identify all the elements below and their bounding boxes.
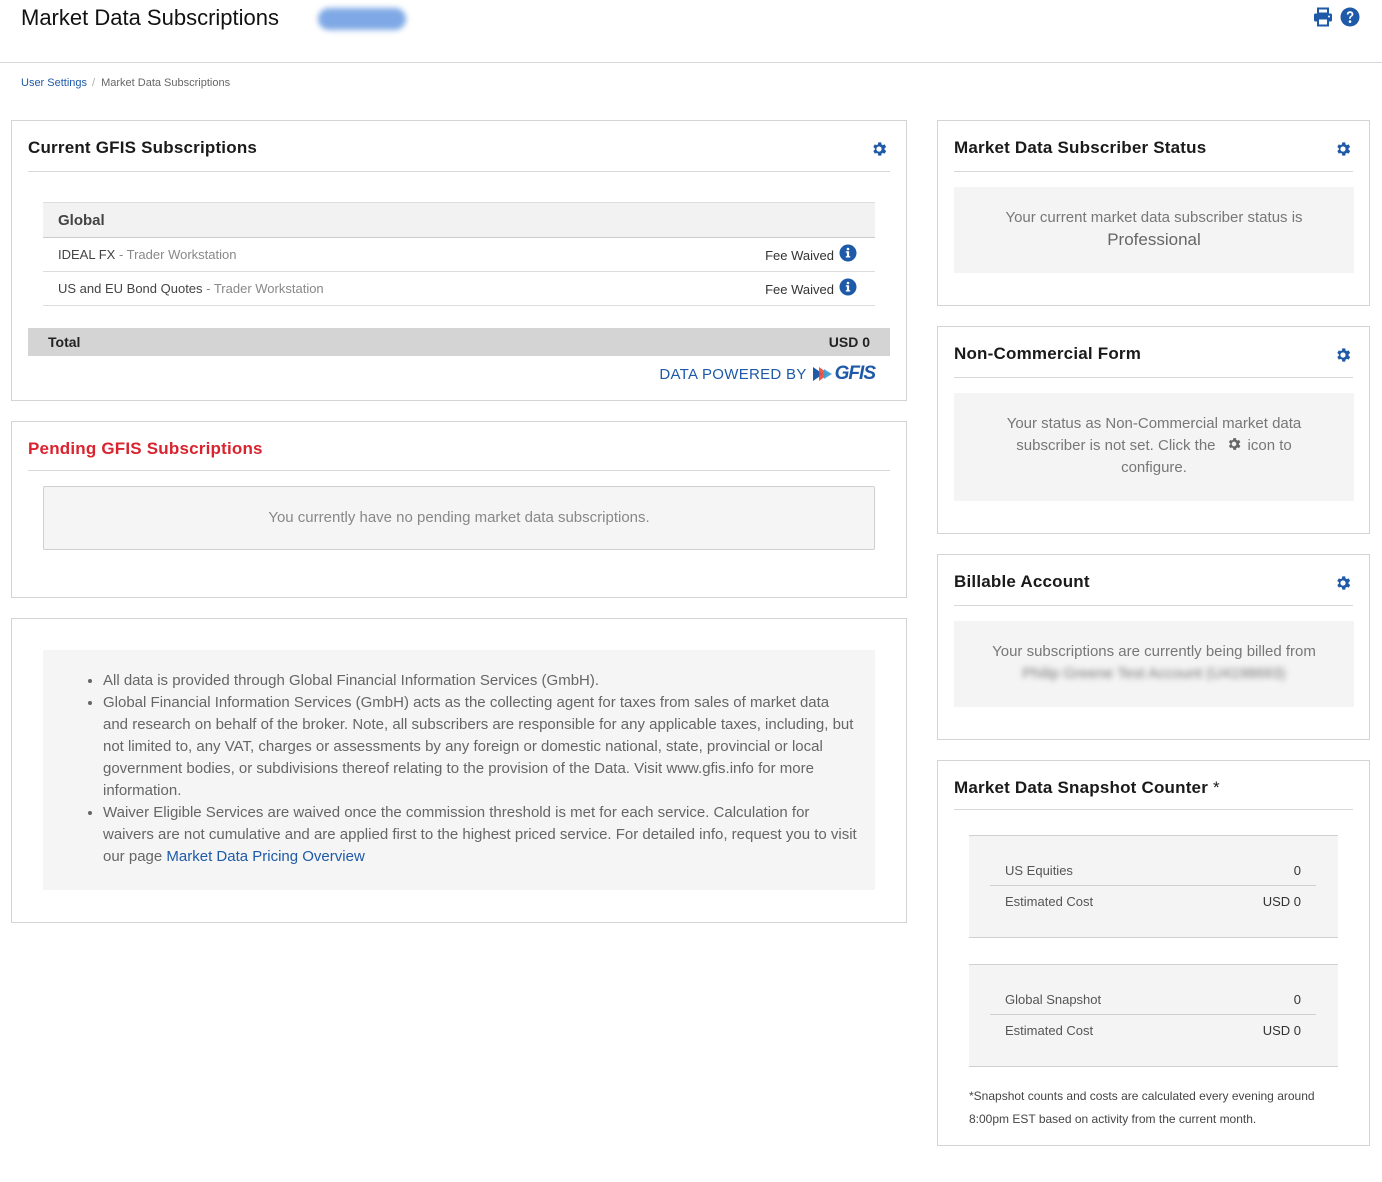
group-label: Global [58, 212, 105, 229]
divider [954, 171, 1353, 172]
subscriber-status-panel: Market Data Subscriber Status Your curre… [937, 120, 1370, 306]
divider [954, 377, 1353, 378]
gear-icon[interactable] [1334, 346, 1352, 364]
page-title: Market Data Subscriptions [21, 5, 279, 30]
fee-status: Fee Waived [765, 248, 834, 263]
subscription-name-text: US and EU Bond Quotes [58, 281, 203, 296]
snapshot-cost-row: Estimated Cost USD 0 [990, 1015, 1316, 1046]
info-bullet: Waiver Eligible Services are waived once… [103, 802, 858, 868]
breadcrumb-current: Market Data Subscriptions [101, 77, 231, 89]
cost-label: Estimated Cost [1005, 894, 1094, 909]
snapshot-cost-row: Estimated Cost USD 0 [990, 886, 1316, 917]
non-commercial-panel: Non-Commercial Form Your status as Non-C… [937, 326, 1370, 534]
cost-value: USD 0 [1262, 894, 1301, 909]
gfis-logo-text: GFIS [834, 363, 876, 384]
snapshot-footnote: *Snapshot counts and costs are calculate… [969, 1089, 1315, 1126]
account-badge [318, 8, 406, 30]
gfis-info-panel: All data is provided through Global Fina… [11, 618, 907, 923]
pricing-overview-link[interactable]: Market Data Pricing Overview [166, 848, 364, 865]
billable-message-text: Your subscriptions are currently being b… [992, 643, 1316, 660]
snapshot-title-text: Market Data Snapshot Counter [954, 778, 1209, 797]
status-value: Professional [1107, 230, 1201, 249]
divider [28, 470, 890, 471]
status-message-text: Your current market data subscriber stat… [1005, 209, 1303, 226]
subscriber-status-title: Market Data Subscriber Status [954, 138, 1207, 157]
pending-subscriptions-title: Pending GFIS Subscriptions [28, 439, 263, 458]
snapshot-label: US Equities [1005, 863, 1073, 878]
info-bullet: All data is provided through Global Fina… [103, 670, 858, 692]
status-box: Your current market data subscriber stat… [954, 187, 1354, 273]
cost-label: Estimated Cost [1005, 1023, 1094, 1038]
snapshot-count-row: US Equities 0 [990, 855, 1316, 886]
billable-account-title: Billable Account [954, 572, 1090, 591]
info-box: All data is provided through Global Fina… [43, 650, 875, 890]
subscription-platform: - Trader Workstation [202, 281, 324, 296]
subscription-row: IDEAL FX - Trader Workstation Fee Waived [43, 238, 875, 272]
billable-account-name: Philip Greene Test Account (U4198693) [1022, 665, 1286, 682]
subscription-name: IDEAL FX - Trader Workstation [58, 247, 236, 262]
current-subscriptions-panel: Current GFIS Subscriptions Global IDEAL … [11, 120, 907, 401]
cost-value: USD 0 [1262, 1023, 1301, 1038]
non-commercial-title: Non-Commercial Form [954, 344, 1142, 363]
snapshot-count-row: Global Snapshot 0 [990, 984, 1316, 1015]
divider [28, 171, 890, 172]
breadcrumb-separator: / [92, 77, 96, 89]
billable-box: Your subscriptions are currently being b… [954, 621, 1354, 707]
gear-icon [1228, 438, 1240, 450]
gear-icon[interactable] [1334, 574, 1352, 592]
snapshot-count: 0 [1293, 863, 1301, 878]
subscription-group-header: Global [43, 202, 875, 238]
current-subscriptions-title: Current GFIS Subscriptions [28, 138, 258, 157]
gear-icon[interactable] [870, 140, 888, 158]
billable-account-panel: Billable Account Your subscriptions are … [937, 554, 1370, 740]
gfis-arrow-icon [812, 367, 832, 381]
non-commercial-box: Your status as Non-Commercial market dat… [954, 393, 1354, 501]
subscription-platform: - Trader Workstation [115, 247, 237, 262]
info-icon[interactable] [839, 244, 857, 262]
divider [954, 605, 1353, 606]
total-label: Total [48, 334, 81, 350]
info-icon[interactable] [839, 278, 857, 296]
pending-empty-message: You currently have no pending market dat… [43, 486, 875, 550]
data-powered-by[interactable]: DATA POWERED BY GFIS [659, 363, 876, 385]
total-value: USD 0 [828, 334, 870, 350]
snapshot-label: Global Snapshot [1005, 992, 1102, 1007]
non-commercial-message: Your status as Non-Commercial market dat… [994, 413, 1314, 479]
status-message: Your current market data subscriber stat… [954, 207, 1354, 251]
pending-subscriptions-panel: Pending GFIS Subscriptions You currently… [11, 421, 907, 598]
page-header: Market Data Subscriptions [0, 0, 1382, 63]
snapshot-group: Global Snapshot 0 Estimated Cost USD 0 [969, 964, 1338, 1067]
fee-status: Fee Waived [765, 282, 834, 297]
subscription-name-text: IDEAL FX [58, 247, 116, 262]
question-circle-icon[interactable] [1339, 6, 1361, 28]
breadcrumb-user-settings[interactable]: User Settings [21, 77, 87, 89]
snapshot-group: US Equities 0 Estimated Cost USD 0 [969, 835, 1338, 938]
snapshot-count: 0 [1293, 992, 1301, 1007]
powered-by-text: DATA POWERED BY [659, 365, 807, 383]
billable-message: Your subscriptions are currently being b… [954, 641, 1354, 685]
subscription-name: US and EU Bond Quotes - Trader Workstati… [58, 281, 324, 296]
info-bullet: Global Financial Information Services (G… [103, 692, 858, 802]
divider [954, 809, 1353, 810]
subscription-row: US and EU Bond Quotes - Trader Workstati… [43, 272, 875, 306]
print-icon[interactable] [1312, 6, 1334, 28]
gear-icon[interactable] [1334, 140, 1352, 158]
snapshot-counter-title: Market Data Snapshot Counter * [954, 778, 1220, 798]
breadcrumb: User Settings / Market Data Subscriptions [21, 77, 230, 89]
snapshot-counter-panel: Market Data Snapshot Counter * US Equiti… [937, 760, 1370, 1146]
snapshot-title-asterisk: * [1212, 778, 1220, 797]
total-bar: Total USD 0 [28, 328, 890, 356]
gfis-logo: GFIS [812, 363, 876, 385]
info-list: All data is provided through Global Fina… [103, 670, 858, 868]
